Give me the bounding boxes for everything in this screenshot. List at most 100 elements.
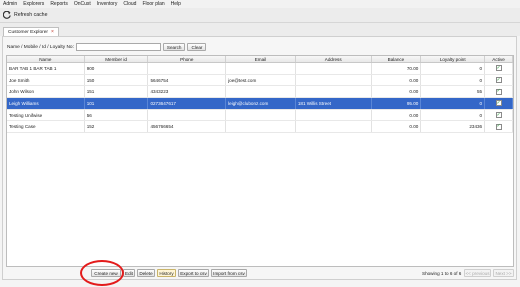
pagination-status: Showing 1 to 6 of 6: [422, 271, 462, 276]
column-header-phone[interactable]: Phone: [148, 56, 227, 62]
cell-phone: [148, 109, 227, 121]
cell-member-id: 900: [85, 63, 149, 74]
cell-balance: 95.00: [372, 98, 422, 109]
cell-active: ✓: [485, 74, 514, 86]
cell-loyalty-point: 55: [421, 86, 486, 98]
search-button[interactable]: Search: [162, 43, 186, 51]
cell-email: joe@test.com: [226, 74, 296, 86]
cell-balance: 0.00: [372, 109, 422, 121]
cell-member-id: 152: [85, 121, 149, 133]
toolbar: Refresh cache: [0, 8, 520, 23]
column-header-loyalty-point[interactable]: Loyalty point: [421, 56, 486, 62]
cell-member-id: 56: [85, 109, 149, 121]
cell-member-id: 150: [85, 74, 149, 86]
clear-button[interactable]: Clear: [187, 43, 207, 51]
cell-active: ✓: [485, 86, 514, 98]
cell-email: leigh@clubonz.com: [226, 98, 296, 109]
export-csv-button[interactable]: Export to csv: [178, 269, 209, 277]
cell-email: [226, 63, 296, 74]
tab-strip: Customer Explorer ×: [0, 23, 520, 36]
cell-balance: 70.00: [372, 63, 422, 74]
cell-phone: 456766654: [148, 121, 227, 133]
cell-active: ✓: [485, 109, 514, 121]
active-checkbox[interactable]: ✓: [495, 88, 502, 95]
refresh-icon: [3, 11, 11, 19]
column-header-name[interactable]: Name: [7, 56, 85, 62]
active-checkbox[interactable]: ✓: [495, 123, 502, 130]
menu-explorers[interactable]: Explorers: [23, 1, 44, 7]
cell-phone: 4343223: [148, 86, 227, 98]
active-checkbox[interactable]: ✓: [495, 77, 502, 84]
active-checkbox[interactable]: ✓: [495, 100, 502, 107]
action-bar: Create new Edit Delete History Export to…: [3, 266, 518, 280]
cell-address: [296, 86, 372, 98]
cell-phone: 0273647617: [148, 98, 227, 109]
customer-table: Name Member id Phone Email Address Balan…: [6, 55, 514, 267]
column-header-active[interactable]: Active: [485, 56, 513, 62]
import-csv-button[interactable]: Import from csv: [211, 269, 247, 277]
cell-loyalty-point: 0: [421, 74, 486, 86]
cell-member-id: 151: [85, 86, 149, 98]
cell-address: 181 Willis Street: [296, 98, 372, 109]
table-row[interactable]: BAR TAB 1 BAR TAB 1 900 70.00 0 ✓: [7, 63, 514, 75]
tab-label: Customer Explorer: [8, 29, 48, 35]
cell-balance: 0.00: [372, 86, 422, 98]
column-header-email[interactable]: Email: [226, 56, 296, 62]
active-checkbox[interactable]: ✓: [495, 112, 502, 119]
menu-cloud[interactable]: Cloud: [123, 1, 136, 7]
search-bar: Name / Mobile / Id / Loyalty No: Search …: [7, 43, 207, 51]
menu-reports[interactable]: Reports: [50, 1, 68, 7]
cell-email: [226, 86, 296, 98]
cell-address: [296, 121, 372, 133]
delete-button[interactable]: Delete: [137, 269, 155, 277]
active-checkbox[interactable]: ✓: [495, 65, 502, 72]
menu-help[interactable]: Help: [171, 1, 181, 7]
table-row-selected[interactable]: Leigh Williams 101 0273647617 leigh@club…: [7, 98, 514, 110]
next-page-button[interactable]: Next >>: [493, 269, 514, 277]
column-header-member-id[interactable]: Member id: [85, 56, 149, 62]
cell-address: [296, 74, 372, 86]
menu-admin[interactable]: Admin: [3, 1, 17, 7]
cell-name: BAR TAB 1 BAR TAB 1: [7, 63, 85, 74]
cell-name: Leigh Williams: [7, 98, 85, 109]
customer-explorer-panel: Name / Mobile / Id / Loyalty No: Search …: [2, 36, 517, 280]
refresh-cache-button[interactable]: Refresh cache: [3, 11, 47, 19]
cell-balance: 0.00: [372, 74, 422, 86]
cell-address: [296, 109, 372, 121]
cell-active: ✓: [485, 121, 514, 133]
cell-name: Joe Smith: [7, 74, 85, 86]
cell-phone: [148, 63, 227, 74]
table-row[interactable]: John Wilson 151 4343223 0.00 55 ✓: [7, 86, 514, 99]
cell-name: Testing Case: [7, 121, 85, 133]
cell-loyalty-point: 23436: [421, 121, 486, 133]
edit-button[interactable]: Edit: [123, 269, 135, 277]
search-input[interactable]: [75, 43, 161, 51]
cell-name: John Wilson: [7, 86, 85, 98]
cell-member-id: 101: [85, 98, 149, 109]
cell-email: [226, 121, 296, 133]
cell-loyalty-point: 0: [421, 98, 486, 109]
table-row[interactable]: Joe Smith 150 5646754 joe@test.com 0.00 …: [7, 74, 514, 87]
column-header-address[interactable]: Address: [296, 56, 372, 62]
cell-phone: 5646754: [148, 74, 227, 86]
tab-customer-explorer[interactable]: Customer Explorer ×: [3, 27, 59, 36]
menu-floor-plan[interactable]: Floor plan: [142, 1, 164, 7]
cell-loyalty-point: 0: [421, 109, 486, 121]
cell-loyalty-point: 0: [421, 63, 486, 74]
close-icon[interactable]: ×: [51, 29, 54, 35]
cell-email: [226, 109, 296, 121]
table-row[interactable]: Testing Case 152 456766654 0.00 23436 ✓: [7, 121, 514, 134]
cell-active: ✓: [485, 63, 514, 74]
search-label: Name / Mobile / Id / Loyalty No:: [7, 44, 74, 50]
cell-balance: 0.00: [372, 121, 422, 133]
refresh-cache-label: Refresh cache: [14, 12, 48, 18]
menu-inventory[interactable]: Inventory: [97, 1, 118, 7]
previous-page-button[interactable]: << previous: [464, 269, 491, 277]
cell-address: [296, 63, 372, 74]
column-header-balance[interactable]: Balance: [372, 56, 422, 62]
table-row[interactable]: Testing Unifwise 56 0.00 0 ✓: [7, 109, 514, 122]
history-button[interactable]: History: [157, 269, 176, 277]
menu-oncust[interactable]: OnCust: [74, 1, 91, 7]
create-new-button[interactable]: Create new: [91, 269, 121, 277]
cell-name: Testing Unifwise: [7, 109, 85, 121]
